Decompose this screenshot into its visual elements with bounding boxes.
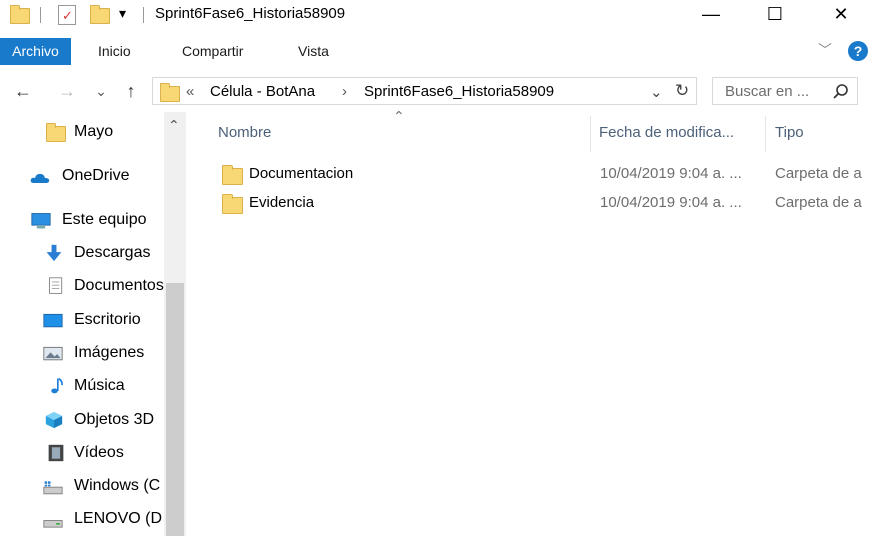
file-row-documentacion[interactable]: Documentacion 10/04/2019 9:04 a. ... Car… [212, 160, 869, 188]
folder-icon [222, 165, 243, 185]
folder-icon [160, 83, 180, 102]
forward-button[interactable]: → [54, 78, 80, 104]
music-icon [51, 377, 63, 394]
back-button[interactable]: ← [10, 78, 36, 104]
maximize-button[interactable]: ☐ [752, 0, 798, 30]
address-bar[interactable]: « Célula - BotAna › Sprint6Fase6_Histori… [152, 77, 697, 105]
up-button[interactable]: ↑ [118, 78, 144, 104]
breadcrumb-current-folder[interactable]: Sprint6Fase6_Historia58909 [364, 83, 554, 100]
nav-item-mayo[interactable]: Mayo [0, 119, 164, 147]
drive-d-icon [43, 520, 63, 528]
nav-item-label: Documentos [74, 277, 164, 294]
file-name: Evidencia [249, 194, 315, 211]
breadcrumb-overflow[interactable]: « [186, 83, 194, 100]
nav-item-descargas[interactable]: Descargas [0, 240, 164, 268]
nav-item-label: Imágenes [74, 344, 145, 361]
file-date: 10/04/2019 9:04 a. ... [600, 165, 742, 182]
separator [40, 7, 41, 23]
tab-vista[interactable]: Vista [298, 38, 329, 65]
refresh-icon[interactable]: ↻ [675, 81, 689, 101]
nav-item-musica[interactable]: Música [0, 373, 164, 401]
title-bar: ✓ ▾ Sprint6Fase6_Historia58909 — ☐ ✕ [0, 0, 869, 30]
nav-item-label: Objetos 3D [74, 411, 155, 428]
videos-icon [48, 444, 64, 462]
search-icon[interactable] [832, 83, 849, 100]
file-date: 10/04/2019 9:04 a. ... [600, 194, 742, 211]
onedrive-icon [30, 173, 50, 183]
file-row-evidencia[interactable]: Evidencia 10/04/2019 9:04 a. ... Carpeta… [212, 189, 869, 217]
pictures-icon [43, 346, 63, 361]
documents-icon [49, 277, 63, 294]
folder-icon [222, 194, 243, 214]
nav-item-label: LENOVO (D [74, 510, 163, 527]
nav-item-label: Descargas [74, 244, 151, 261]
scroll-up-icon[interactable]: ⌃ [168, 117, 180, 134]
separator [143, 7, 144, 23]
nav-item-documentos[interactable]: Documentos [0, 273, 164, 301]
3d-objects-icon [45, 411, 63, 429]
nav-item-label: Música [74, 377, 125, 394]
new-folder-icon[interactable] [90, 5, 110, 24]
tab-archivo[interactable]: Archivo [0, 38, 71, 65]
nav-item-label: Vídeos [74, 444, 124, 461]
expand-ribbon-icon[interactable]: ﹀ [818, 40, 832, 60]
nav-item-objetos-3d[interactable]: Objetos 3D [0, 407, 164, 435]
folder-icon [46, 123, 66, 142]
breadcrumb-celula[interactable]: Célula - BotAna [210, 83, 315, 100]
nav-item-label: Escritorio [74, 311, 141, 328]
file-type: Carpeta de a [775, 194, 862, 211]
file-name: Documentacion [249, 165, 354, 182]
breadcrumb-separator[interactable]: › [342, 83, 347, 100]
customize-quick-access-icon[interactable]: ▾ [119, 5, 126, 22]
drive-c-icon [43, 481, 63, 495]
nav-item-label: Este equipo [62, 211, 147, 228]
nav-item-windows-c[interactable]: Windows (C [0, 473, 164, 501]
address-dropdown-icon[interactable]: ⌄ [650, 83, 663, 101]
nav-item-label: OneDrive [62, 167, 130, 184]
tab-compartir[interactable]: Compartir [182, 38, 243, 65]
nav-item-onedrive[interactable]: OneDrive [0, 163, 164, 191]
close-button[interactable]: ✕ [818, 0, 864, 30]
window-title: Sprint6Fase6_Historia58909 [155, 5, 346, 22]
column-header-tipo[interactable]: Tipo [775, 124, 869, 141]
column-divider[interactable] [765, 116, 766, 152]
downloads-icon [46, 244, 62, 262]
folder-icon[interactable] [10, 5, 30, 24]
recent-locations-button[interactable]: ⌄ [92, 78, 110, 104]
navigation-pane[interactable]: Mayo OneDrive Este equipo Descargas Docu… [0, 112, 186, 536]
nav-item-este-equipo[interactable]: Este equipo [0, 207, 164, 235]
nav-item-escritorio[interactable]: Escritorio [0, 307, 164, 335]
search-input[interactable]: Buscar en ... [725, 83, 809, 100]
tab-inicio[interactable]: Inicio [98, 38, 131, 65]
file-type: Carpeta de a [775, 165, 862, 182]
properties-icon[interactable]: ✓ [58, 5, 76, 25]
column-header-fecha[interactable]: Fecha de modifica... [599, 124, 759, 141]
nav-item-lenovo-d[interactable]: LENOVO (D [0, 506, 164, 534]
search-box[interactable]: Buscar en ... [712, 77, 858, 105]
nav-item-imagenes[interactable]: Imágenes [0, 340, 164, 368]
column-divider[interactable] [590, 116, 591, 152]
nav-item-label: Windows (C [74, 477, 161, 494]
help-icon[interactable]: ? [848, 41, 868, 61]
minimize-button[interactable]: — [688, 0, 734, 30]
scrollbar-thumb[interactable] [166, 283, 184, 536]
computer-icon [31, 213, 51, 229]
nav-item-label: Mayo [74, 123, 114, 140]
nav-item-videos[interactable]: Vídeos [0, 440, 164, 468]
desktop-icon [43, 313, 63, 328]
sort-ascending-icon: ⌃ [393, 108, 405, 124]
column-header-nombre[interactable]: Nombre [218, 124, 578, 141]
